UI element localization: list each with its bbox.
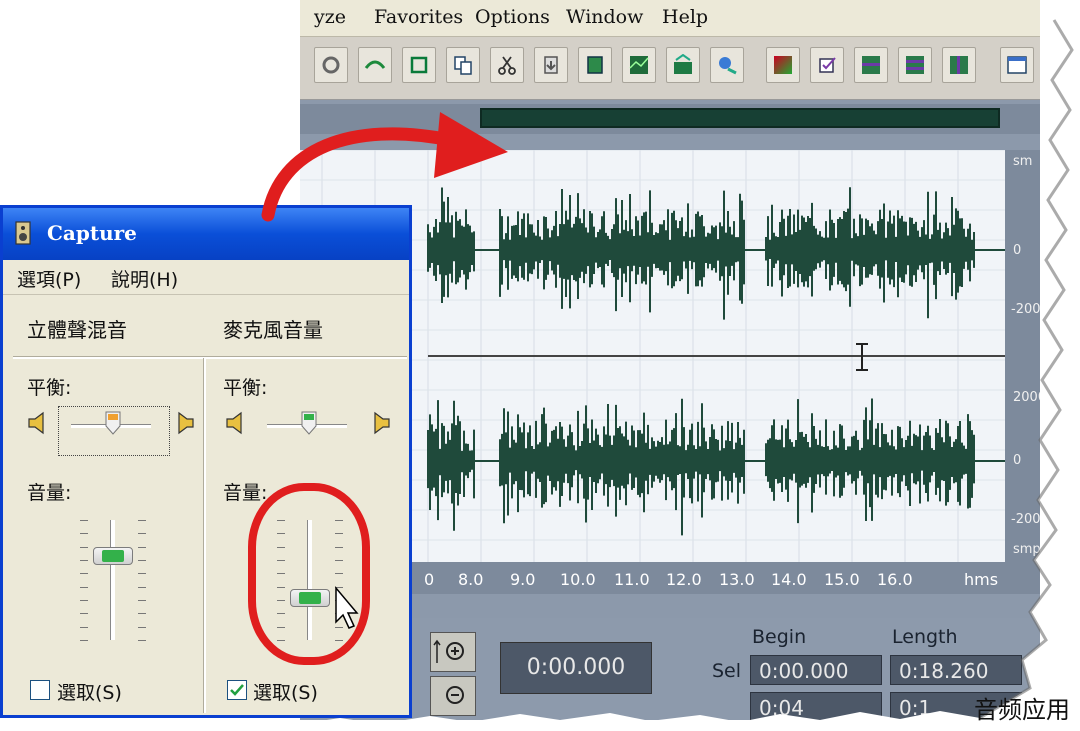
watermark: 音频应用	[974, 696, 1070, 724]
capture-dialog: Capture 選項(P) 說明(H) 立體聲混音 平衡: 音量: 選取(S) …	[0, 205, 412, 718]
mic-volume-title: 麥克風音量	[223, 318, 323, 342]
stereo-volume-track[interactable]	[110, 520, 115, 640]
volume-tick	[138, 613, 146, 615]
menu-help-cn[interactable]: 說明(H)	[111, 265, 178, 292]
volume-tick	[138, 626, 146, 628]
volume-tick	[80, 533, 88, 535]
mic-volume-track[interactable]	[307, 520, 312, 640]
volume-tick	[277, 586, 285, 588]
volume-tick	[277, 600, 285, 601]
mic-volume-column: 麥克風音量 平衡: 音量: 選取(S)	[203, 296, 409, 711]
volume-tick	[277, 533, 285, 535]
volume-tick	[80, 573, 88, 575]
volume-tick	[277, 520, 285, 521]
speaker-left-icon	[226, 411, 242, 435]
volume-tick	[335, 560, 343, 561]
stereo-balance-label: 平衡:	[27, 377, 72, 399]
stereo-mix-title: 立體聲混音	[27, 318, 127, 342]
volume-tick	[138, 586, 146, 588]
volume-tick	[335, 520, 343, 521]
volume-tick	[335, 533, 343, 535]
capture-menubar: 選項(P) 說明(H)	[3, 260, 409, 295]
volume-tick	[335, 586, 343, 588]
mic-volume-label: 音量:	[223, 482, 268, 504]
volume-tick	[80, 640, 88, 641]
speaker-left-icon	[28, 411, 44, 435]
capture-titlebar[interactable]: Capture	[3, 208, 409, 260]
capture-title: Capture	[47, 221, 137, 245]
stereo-balance-thumb[interactable]	[104, 410, 122, 436]
volume-tick	[335, 546, 343, 548]
stereo-volume-label: 音量:	[27, 482, 72, 504]
volume-tick	[80, 546, 88, 548]
volume-tick	[335, 613, 343, 615]
volume-tick	[335, 626, 343, 628]
volume-tick	[80, 560, 88, 561]
volume-tick	[277, 626, 285, 628]
stereo-select-checkbox[interactable]	[30, 680, 50, 700]
volume-tick	[335, 600, 343, 601]
volume-tick	[80, 600, 88, 601]
volume-tick	[138, 600, 146, 601]
mic-volume-thumb[interactable]	[290, 589, 330, 607]
volume-tick	[80, 613, 88, 615]
volume-tick	[138, 573, 146, 575]
menu-options-cn[interactable]: 選項(P)	[17, 265, 81, 292]
mic-balance-thumb[interactable]	[300, 410, 318, 436]
volume-tick	[138, 546, 146, 548]
speaker-right-icon	[178, 411, 194, 435]
volume-tick	[80, 586, 88, 588]
volume-tick	[335, 640, 343, 641]
mic-select-label: 選取(S)	[253, 682, 318, 704]
volume-tick	[277, 546, 285, 548]
stereo-mix-column: 立體聲混音 平衡: 音量: 選取(S)	[3, 296, 407, 711]
mic-balance-label: 平衡:	[223, 377, 268, 399]
volume-tick	[138, 560, 146, 561]
volume-tick	[138, 520, 146, 521]
stereo-select-label: 選取(S)	[57, 682, 122, 704]
volume-tick	[277, 573, 285, 575]
volume-tick	[277, 640, 285, 641]
stereo-volume-thumb[interactable]	[93, 547, 133, 565]
volume-tick	[138, 533, 146, 535]
volume-tick	[277, 560, 285, 561]
volume-tick	[80, 520, 88, 521]
volume-tick	[80, 626, 88, 628]
volume-tick	[138, 640, 146, 641]
speaker-app-icon	[15, 221, 31, 245]
speaker-right-icon	[374, 411, 390, 435]
checkmark-icon	[230, 684, 244, 696]
volume-tick	[335, 573, 343, 575]
volume-tick	[277, 613, 285, 615]
mic-select-checkbox[interactable]	[227, 680, 247, 700]
